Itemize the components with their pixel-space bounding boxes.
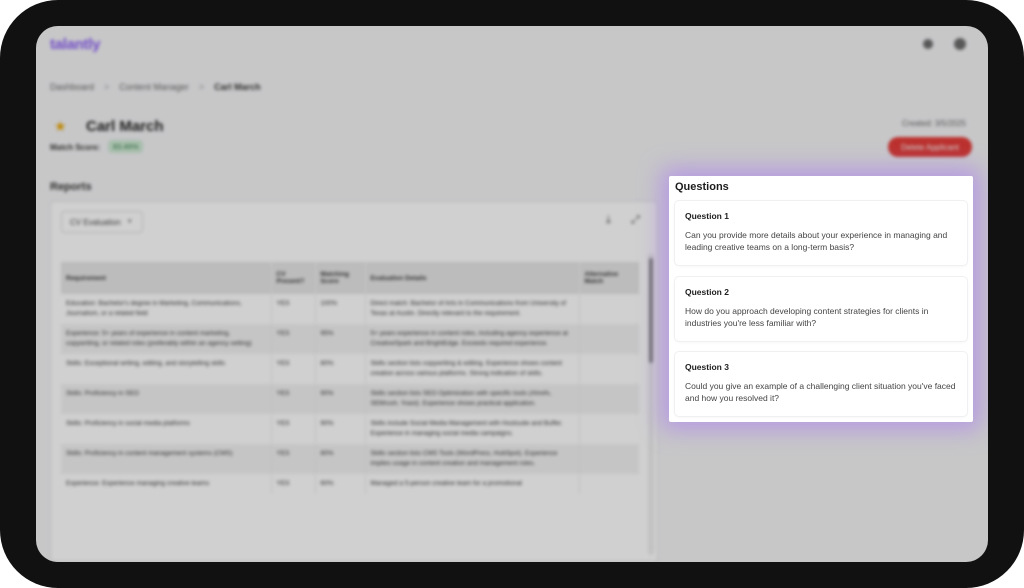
table-cell: Skills: Exceptional writing, editing, an… xyxy=(61,354,272,384)
chevron-down-icon: ▼ xyxy=(126,219,133,225)
app-logo[interactable]: talantly xyxy=(50,36,100,53)
column-header: CV Present? xyxy=(271,262,316,294)
question-label: Question 1 xyxy=(685,211,729,221)
table-cell: YES xyxy=(271,414,316,444)
table-cell: 5+ years experience in content roles, in… xyxy=(365,324,580,354)
table-scrollbar-thumb[interactable] xyxy=(649,258,653,363)
table-row: Experience: Experience managing creative… xyxy=(61,474,639,494)
table-header-row: Requirement CV Present? Matching Score E… xyxy=(61,262,639,294)
table-cell xyxy=(579,384,639,414)
table-cell: YES xyxy=(271,354,316,384)
favorite-star-icon[interactable]: ★ xyxy=(54,119,67,133)
table-cell: Education: Bachelor's degree in Marketin… xyxy=(61,294,272,324)
table-cell: 100% xyxy=(315,294,366,324)
table-row: Experience: 5+ years of experience in co… xyxy=(61,324,639,354)
breadcrumb: Dashboard > Content Manager > Carl March xyxy=(50,82,261,92)
table-cell: 95% xyxy=(315,324,366,354)
table-cell xyxy=(579,414,639,444)
question-label: Question 2 xyxy=(685,287,729,297)
table-cell: 90% xyxy=(315,384,366,414)
question-text: Could you give an example of a challengi… xyxy=(685,381,956,403)
table-cell xyxy=(579,444,639,474)
questions-heading: Questions xyxy=(675,181,729,193)
question-text: Can you provide more details about your … xyxy=(685,230,948,252)
column-header: Alternative Match xyxy=(579,262,639,294)
breadcrumb-current: Carl March xyxy=(214,82,261,92)
question-card-1: Question 1 Can you provide more details … xyxy=(675,201,967,265)
question-card-3: Question 3 Could you give an example of … xyxy=(675,352,967,416)
table-cell: Skills include Social Media Management w… xyxy=(365,414,580,444)
table-cell: Skills: Proficiency in content managemen… xyxy=(61,444,272,474)
table-cell: Experience: Experience managing creative… xyxy=(61,474,272,494)
column-header: Evaluation Details xyxy=(365,262,580,294)
table-row: Skills: Proficiency in SEO YES 90% Skill… xyxy=(61,384,639,414)
breadcrumb-separator: > xyxy=(198,82,205,92)
table-cell xyxy=(579,474,639,494)
table-row: Skills: Exceptional writing, editing, an… xyxy=(61,354,639,384)
table-cell xyxy=(579,294,639,324)
table-cell: Skills section lists SEO Optimization wi… xyxy=(365,384,580,414)
table-cell: 90% xyxy=(315,414,366,444)
table-cell: YES xyxy=(271,294,316,324)
match-score-label: Match Score: xyxy=(50,143,101,152)
breadcrumb-content-manager[interactable]: Content Manager xyxy=(119,82,189,92)
table-cell: Skills: Proficiency in social media plat… xyxy=(61,414,272,444)
table-cell: Skills: Proficiency in SEO xyxy=(61,384,272,414)
device-frame: talantly Dashboard > Content Manager > C… xyxy=(0,0,1024,588)
report-type-value: CV Evaluation xyxy=(70,217,121,227)
table-row: Education: Bachelor's degree in Marketin… xyxy=(61,294,639,324)
column-header: Matching Score xyxy=(315,262,366,294)
table-row: Skills: Proficiency in social media plat… xyxy=(61,414,639,444)
table-cell xyxy=(579,354,639,384)
table-cell: Experience: 5+ years of experience in co… xyxy=(61,324,272,354)
question-text: How do you approach developing content s… xyxy=(685,306,929,328)
match-score-badge: 83.46% xyxy=(108,140,144,153)
created-date: Created: 3/5/2025 xyxy=(901,119,966,128)
table-cell: Managed a 5-person creative team for a p… xyxy=(365,474,580,494)
table-cell xyxy=(579,324,639,354)
question-label: Question 3 xyxy=(685,362,729,372)
table-cell: Skills section lists CMS Tools (WordPres… xyxy=(365,444,580,474)
breadcrumb-dashboard[interactable]: Dashboard xyxy=(50,82,94,92)
table-cell: 80% xyxy=(315,444,366,474)
table-row: Skills: Proficiency in content managemen… xyxy=(61,444,639,474)
breadcrumb-separator: > xyxy=(104,82,110,92)
table-cell: 60% xyxy=(315,474,366,494)
report-type-select[interactable]: CV Evaluation ▼ xyxy=(61,211,143,233)
question-card-2: Question 2 How do you approach developin… xyxy=(675,277,967,341)
reports-heading: Reports xyxy=(50,181,92,193)
table-cell: 80% xyxy=(315,354,366,384)
delete-applicant-button[interactable]: Delete Applicant xyxy=(888,137,972,157)
evaluation-table: Requirement CV Present? Matching Score E… xyxy=(61,262,639,494)
table-cell: Skills section lists copywriting & editi… xyxy=(365,354,580,384)
table-cell: YES xyxy=(271,474,316,494)
table-cell: YES xyxy=(271,444,316,474)
table-cell: YES xyxy=(271,384,316,414)
table-cell: YES xyxy=(271,324,316,354)
applicant-name: Carl March xyxy=(86,118,164,135)
reports-panel: CV Evaluation ▼ ⤓ ⤢ Requirement CV Prese… xyxy=(50,201,658,562)
questions-panel: Questions Question 1 Can you provide mor… xyxy=(669,176,973,422)
table-cell: Direct match: Bachelor of Arts in Commun… xyxy=(365,294,580,324)
expand-icon[interactable]: ⤢ xyxy=(631,214,640,227)
download-icon[interactable]: ⤓ xyxy=(606,214,611,227)
settings-icon[interactable] xyxy=(954,38,966,50)
app-screen: talantly Dashboard > Content Manager > C… xyxy=(36,26,988,562)
evaluation-table-container: Requirement CV Present? Matching Score E… xyxy=(61,262,639,557)
notification-icon[interactable] xyxy=(923,39,933,49)
column-header: Requirement xyxy=(61,262,272,294)
